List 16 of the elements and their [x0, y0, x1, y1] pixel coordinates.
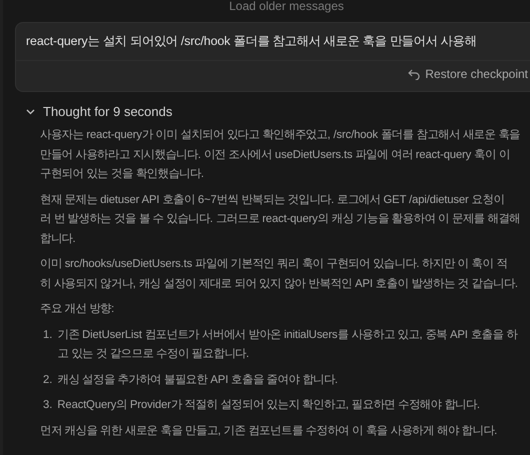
thought-paragraph: 먼저 캐싱을 위한 새로운 훅을 만들고, 기존 컴포넌트를 수정하여 이 훅을 사용하게 해야 합니다.	[40, 424, 498, 438]
list-item-text: ReactQuery의 Provider가 적절히 설정되어 있는지 확인하고, 필요하면 수정해야 합니다.	[57, 398, 480, 413]
thought-paragraph: 주요 개선 방향:	[40, 302, 116, 317]
list-number: 1.	[43, 328, 52, 342]
undo-icon	[408, 68, 420, 80]
thought-paragraph: 현재 문제는 dietuser API 호출이 6~7번씩 반복되는 것입니다. 로그에서 GET /api/dietuser 요청이 러 번 발생하는 것을 볼 수 있습니다. 그러므로 react-query의 캐싱 기능을 활용하여 이 문제를 해결해 합니다.	[40, 192, 522, 246]
list-number: 2.	[43, 372, 52, 388]
thought-toggle[interactable]: Thought for 9 seconds	[25, 104, 172, 119]
load-older-link[interactable]: Load older messages	[3, 0, 530, 14]
list-number: 3.	[43, 398, 52, 413]
restore-checkpoint-button[interactable]: Restore checkpoint	[408, 67, 530, 81]
thought-paragraph: 사용자는 react-query가 이미 설치되어 있다고 확인해주었고, /src/hook 폴더를 참고해서 새로운 훅을 만들어 사용하라고 지시했습니다. 이전 조사에서 useDietUsers.ts 파일에 여러 react-query 훅이 이 구현되어 있는 것을 확인했습니다.	[40, 128, 522, 182]
message-text: react-query는 설치 되어있어 /src/hook 폴더를 참고해서 새로운 훅을 만들어서 사용해	[16, 23, 530, 61]
thought-paragraph: 이미 src/hooks/useDietUsers.ts 파일에 기본적인 쿼리 훅이 구현되어 있습니다. 하지만 이 훅이 적 히 사용되지 않거나, 캐싱 설정이 제대로 되어 있지 않아 반복적인 API 호출이 발생하는 것 같습니다.	[40, 257, 519, 292]
list-item-text: 기존 DietUserList 컴포넌트가 서버에서 받아온 initialUsers를 사용하고 있고, 중복 API 호출을 하 고 있는 것 같으므로 수정이 필요합니다.	[57, 328, 518, 362]
list-item-text: 캐싱 설정을 추가하여 불필요한 API 호출을 줄여야 합니다.	[57, 372, 338, 388]
